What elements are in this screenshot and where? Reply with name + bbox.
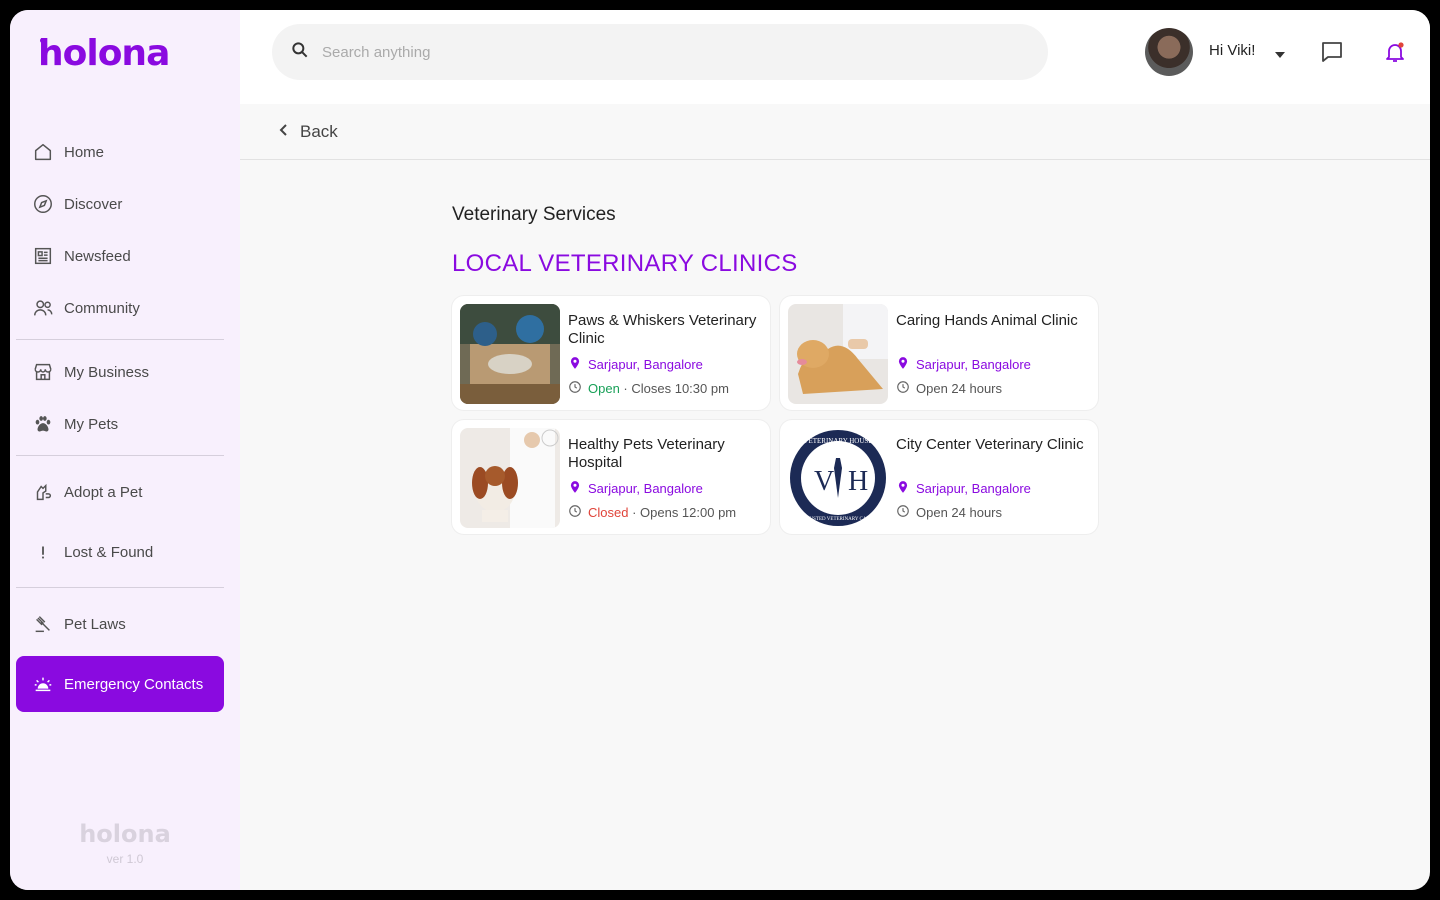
sidebar-item-my-business[interactable]: My Business	[16, 350, 224, 394]
clinic-location: Sarjapur, Bangalore	[568, 356, 703, 373]
notification-bell-icon[interactable]	[1383, 40, 1407, 69]
chevron-left-icon	[278, 122, 290, 142]
hours-text: Open 24 hours	[916, 505, 1003, 520]
footer-logo: holona	[79, 820, 171, 848]
clinic-photo	[460, 428, 560, 528]
sidebar-item-label: My Business	[64, 363, 150, 381]
avatar[interactable]	[1145, 28, 1193, 76]
brand-logo-text: holona	[38, 33, 170, 74]
sidebar: holona Home Discover Newsfeed Community …	[10, 10, 240, 890]
top-header: Hi Viki!	[240, 10, 1430, 104]
people-icon	[32, 297, 54, 319]
clinic-location-text: Sarjapur, Bangalore	[916, 357, 1031, 372]
clinic-name: Caring Hands Animal Clinic	[896, 312, 1078, 329]
clinic-hours: Open 24 hours	[896, 380, 1002, 397]
siren-icon	[32, 673, 54, 695]
sidebar-item-label: Newsfeed	[64, 247, 131, 265]
user-greeting[interactable]: Hi Viki!	[1209, 42, 1255, 59]
location-pin-icon	[568, 356, 582, 373]
clinic-photo	[460, 304, 560, 404]
back-label: Back	[300, 122, 338, 141]
clock-icon	[568, 504, 582, 521]
clinic-card[interactable]: Caring Hands Animal Clinic Sarjapur, Ban…	[780, 296, 1098, 410]
logo-arc-text-bottom: TRUSTED VETERINARY CARE	[803, 517, 873, 522]
sidebar-item-adopt-a-pet[interactable]: Adopt a Pet	[16, 470, 224, 514]
sidebar-item-my-pets[interactable]: My Pets	[16, 402, 224, 446]
clock-icon	[568, 380, 582, 397]
compass-icon	[32, 193, 54, 215]
sidebar-item-emergency-contacts[interactable]: Emergency Contacts	[16, 656, 224, 712]
clinic-location: Sarjapur, Bangalore	[896, 480, 1031, 497]
clinic-photo	[788, 304, 888, 404]
clinic-name: City Center Veterinary Clinic	[896, 436, 1084, 453]
clinic-location-text: Sarjapur, Bangalore	[916, 481, 1031, 496]
sidebar-item-discover[interactable]: Discover	[16, 182, 224, 226]
sidebar-item-lost-found[interactable]: Lost & Found	[16, 530, 224, 574]
paw-icon	[32, 413, 54, 435]
chat-icon[interactable]	[1320, 40, 1344, 69]
clinic-logo: VETERINARY HOUSE TRUSTED VETERINARY CARE…	[788, 428, 888, 528]
clock-icon	[896, 504, 910, 521]
clinic-card[interactable]: Healthy Pets Veterinary Hospital Sarjapu…	[452, 420, 770, 534]
clinic-name: Paws & Whiskers Veterinary Clinic	[568, 312, 757, 347]
search-bar[interactable]	[272, 24, 1048, 80]
location-pin-icon	[896, 356, 910, 373]
location-pin-icon	[896, 480, 910, 497]
gavel-icon	[32, 613, 54, 635]
sidebar-divider	[16, 587, 224, 588]
status-badge: Open	[588, 381, 620, 396]
clinic-hours: Closed · Opens 12:00 pm	[568, 504, 736, 521]
newspaper-icon	[32, 245, 54, 267]
hours-text: · Closes 10:30 pm	[619, 381, 729, 396]
clinic-location-text: Sarjapur, Bangalore	[588, 481, 703, 496]
logo-arc-text-top: VETERINARY HOUSE	[803, 437, 872, 445]
location-pin-icon	[568, 480, 582, 497]
clinic-hours: Open 24 hours	[896, 504, 1002, 521]
logo-initial-h: H	[848, 466, 868, 497]
search-input[interactable]	[322, 43, 1002, 61]
clinic-location: Sarjapur, Bangalore	[896, 356, 1031, 373]
brand-logo[interactable]: holona	[38, 33, 170, 74]
store-icon	[32, 361, 54, 383]
search-icon	[290, 40, 310, 65]
sidebar-item-label: Adopt a Pet	[64, 483, 143, 501]
sidebar-divider	[16, 455, 224, 456]
clinic-location: Sarjapur, Bangalore	[568, 480, 703, 497]
section-title: Veterinary Services	[452, 204, 616, 225]
back-button[interactable]: Back	[278, 122, 338, 142]
sidebar-item-label: My Pets	[64, 415, 119, 433]
logo-initial-v: V	[814, 466, 834, 497]
hours-text: Open 24 hours	[916, 381, 1003, 396]
sidebar-divider	[16, 339, 224, 340]
sidebar-item-label: Community	[64, 299, 140, 317]
sidebar-item-newsfeed[interactable]: Newsfeed	[16, 234, 224, 278]
app-version: ver 1.0	[106, 852, 144, 866]
page-heading: LOCAL VETERINARY CLINICS	[452, 250, 798, 277]
chevron-down-icon[interactable]	[1274, 46, 1286, 64]
sidebar-item-label: Discover	[64, 195, 123, 213]
sidebar-item-label: Pet Laws	[64, 615, 126, 633]
sidebar-item-label: Emergency Contacts	[64, 675, 204, 693]
clinic-location-text: Sarjapur, Bangalore	[588, 357, 703, 372]
sidebar-item-home[interactable]: Home	[16, 130, 224, 174]
clinic-name: Healthy Pets Veterinary Hospital	[568, 436, 725, 471]
adopt-icon	[32, 481, 54, 503]
clock-icon	[896, 380, 910, 397]
sidebar-item-label: Lost & Found	[64, 543, 154, 561]
home-icon	[32, 141, 54, 163]
back-bar: Back	[240, 104, 1430, 160]
veterinary-house-logo: VETERINARY HOUSE TRUSTED VETERINARY CARE…	[790, 430, 886, 526]
clinic-card[interactable]: Paws & Whiskers Veterinary Clinic Sarjap…	[452, 296, 770, 410]
hours-text: · Opens 12:00 pm	[628, 505, 737, 520]
app-window: holona Home Discover Newsfeed Community …	[10, 10, 1430, 890]
exclamation-icon	[32, 541, 54, 563]
sidebar-item-label: Home	[64, 143, 105, 161]
clinic-card[interactable]: VETERINARY HOUSE TRUSTED VETERINARY CARE…	[780, 420, 1098, 534]
status-badge: Closed	[588, 505, 629, 520]
clinic-hours: Open · Closes 10:30 pm	[568, 380, 729, 397]
sidebar-item-community[interactable]: Community	[16, 286, 224, 330]
sidebar-item-pet-laws[interactable]: Pet Laws	[16, 602, 224, 646]
